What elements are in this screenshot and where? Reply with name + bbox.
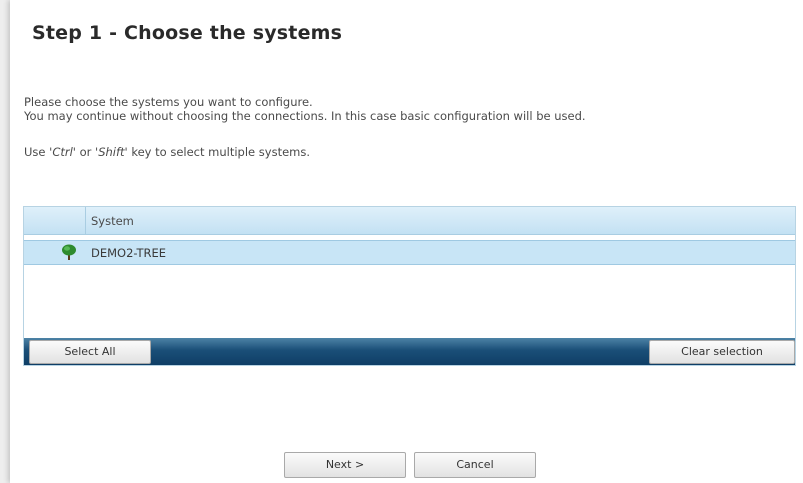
grid-row-demo2-tree[interactable]: DEMO2-TREE: [24, 240, 795, 265]
system-name: DEMO2-TREE: [91, 246, 167, 260]
icon-column-header[interactable]: [24, 207, 86, 234]
clear-selection-button[interactable]: Clear selection: [649, 340, 795, 364]
instruction-line-2: You may continue without choosing the co…: [24, 109, 586, 123]
multi-select-hint: Use 'Ctrl' or 'Shift' key to select mult…: [24, 146, 310, 159]
systems-grid: System DEMO2-TREE Select All Clear selec…: [23, 206, 796, 366]
hint-suffix: ' key to select multiple systems.: [124, 145, 310, 159]
grid-toolbar: Select All Clear selection: [24, 338, 795, 365]
page-title: Step 1 - Choose the systems: [32, 22, 343, 44]
hint-shift-key: Shift: [98, 145, 125, 159]
system-column-header[interactable]: System: [91, 214, 134, 228]
grid-header: System: [24, 207, 795, 235]
cancel-button[interactable]: Cancel: [414, 452, 536, 478]
tree-icon: [61, 244, 77, 261]
wizard-panel: Step 1 - Choose the systems Please choos…: [10, 0, 803, 483]
hint-mid: ' or ': [72, 145, 99, 159]
hint-ctrl-key: Ctrl: [52, 145, 73, 159]
next-button[interactable]: Next >: [284, 452, 406, 478]
instruction-line-1: Please choose the systems you want to co…: [24, 95, 313, 109]
select-all-button[interactable]: Select All: [29, 340, 151, 364]
hint-prefix: Use ': [24, 145, 53, 159]
